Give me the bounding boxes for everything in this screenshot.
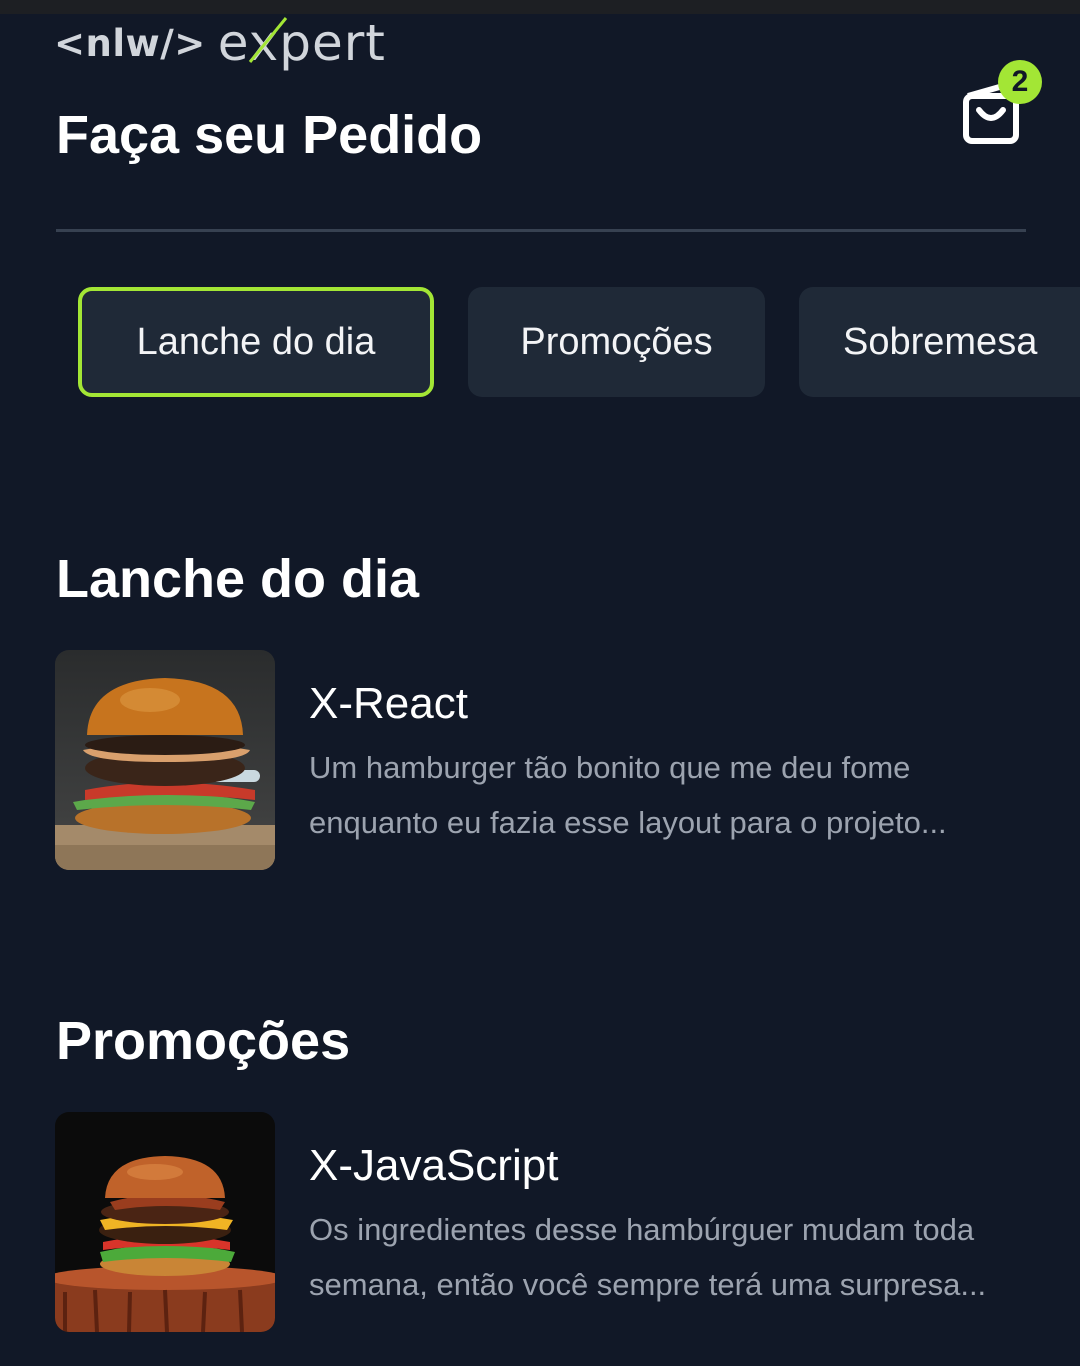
- item-name: X-React: [309, 679, 468, 728]
- item-description: Um hamburger tão bonito que me deu fome …: [309, 750, 947, 840]
- burger-image: [55, 650, 275, 870]
- tab-promocoes[interactable]: Promoções: [468, 287, 765, 397]
- burger-image: [55, 1112, 275, 1332]
- logo-spark-icon: [248, 17, 287, 63]
- item-name: X-JavaScript: [309, 1141, 559, 1190]
- section-title: Lanche do dia: [56, 549, 420, 609]
- cart-button[interactable]: 2: [958, 60, 1044, 150]
- page-title: Faça seu Pedido: [56, 105, 483, 165]
- tab-sobremesa[interactable]: Sobremesa: [799, 287, 1080, 397]
- app-screen: <nlw/> expert Faça seu Pedido 2 Lanche d…: [0, 0, 1080, 1366]
- item-description: Os ingredientes desse hambúrguer mudam t…: [309, 1212, 987, 1302]
- cart-count-badge: 2: [998, 60, 1042, 104]
- tab-lanche-do-dia[interactable]: Lanche do dia: [78, 287, 434, 397]
- logo-expert-text: expert: [218, 14, 386, 72]
- header-divider: [56, 229, 1026, 232]
- menu-item[interactable]: X-JavaScript Os ingredientes desse hambú…: [55, 1112, 1045, 1332]
- category-tabs: Lanche do dia Promoções Sobremesa: [78, 287, 1080, 397]
- logo: <nlw/> expert: [54, 12, 386, 74]
- section-title: Promoções: [56, 1011, 351, 1071]
- logo-nlw-text: <nlw/>: [54, 21, 206, 65]
- menu-item[interactable]: X-React Um hamburger tão bonito que me d…: [55, 650, 1045, 870]
